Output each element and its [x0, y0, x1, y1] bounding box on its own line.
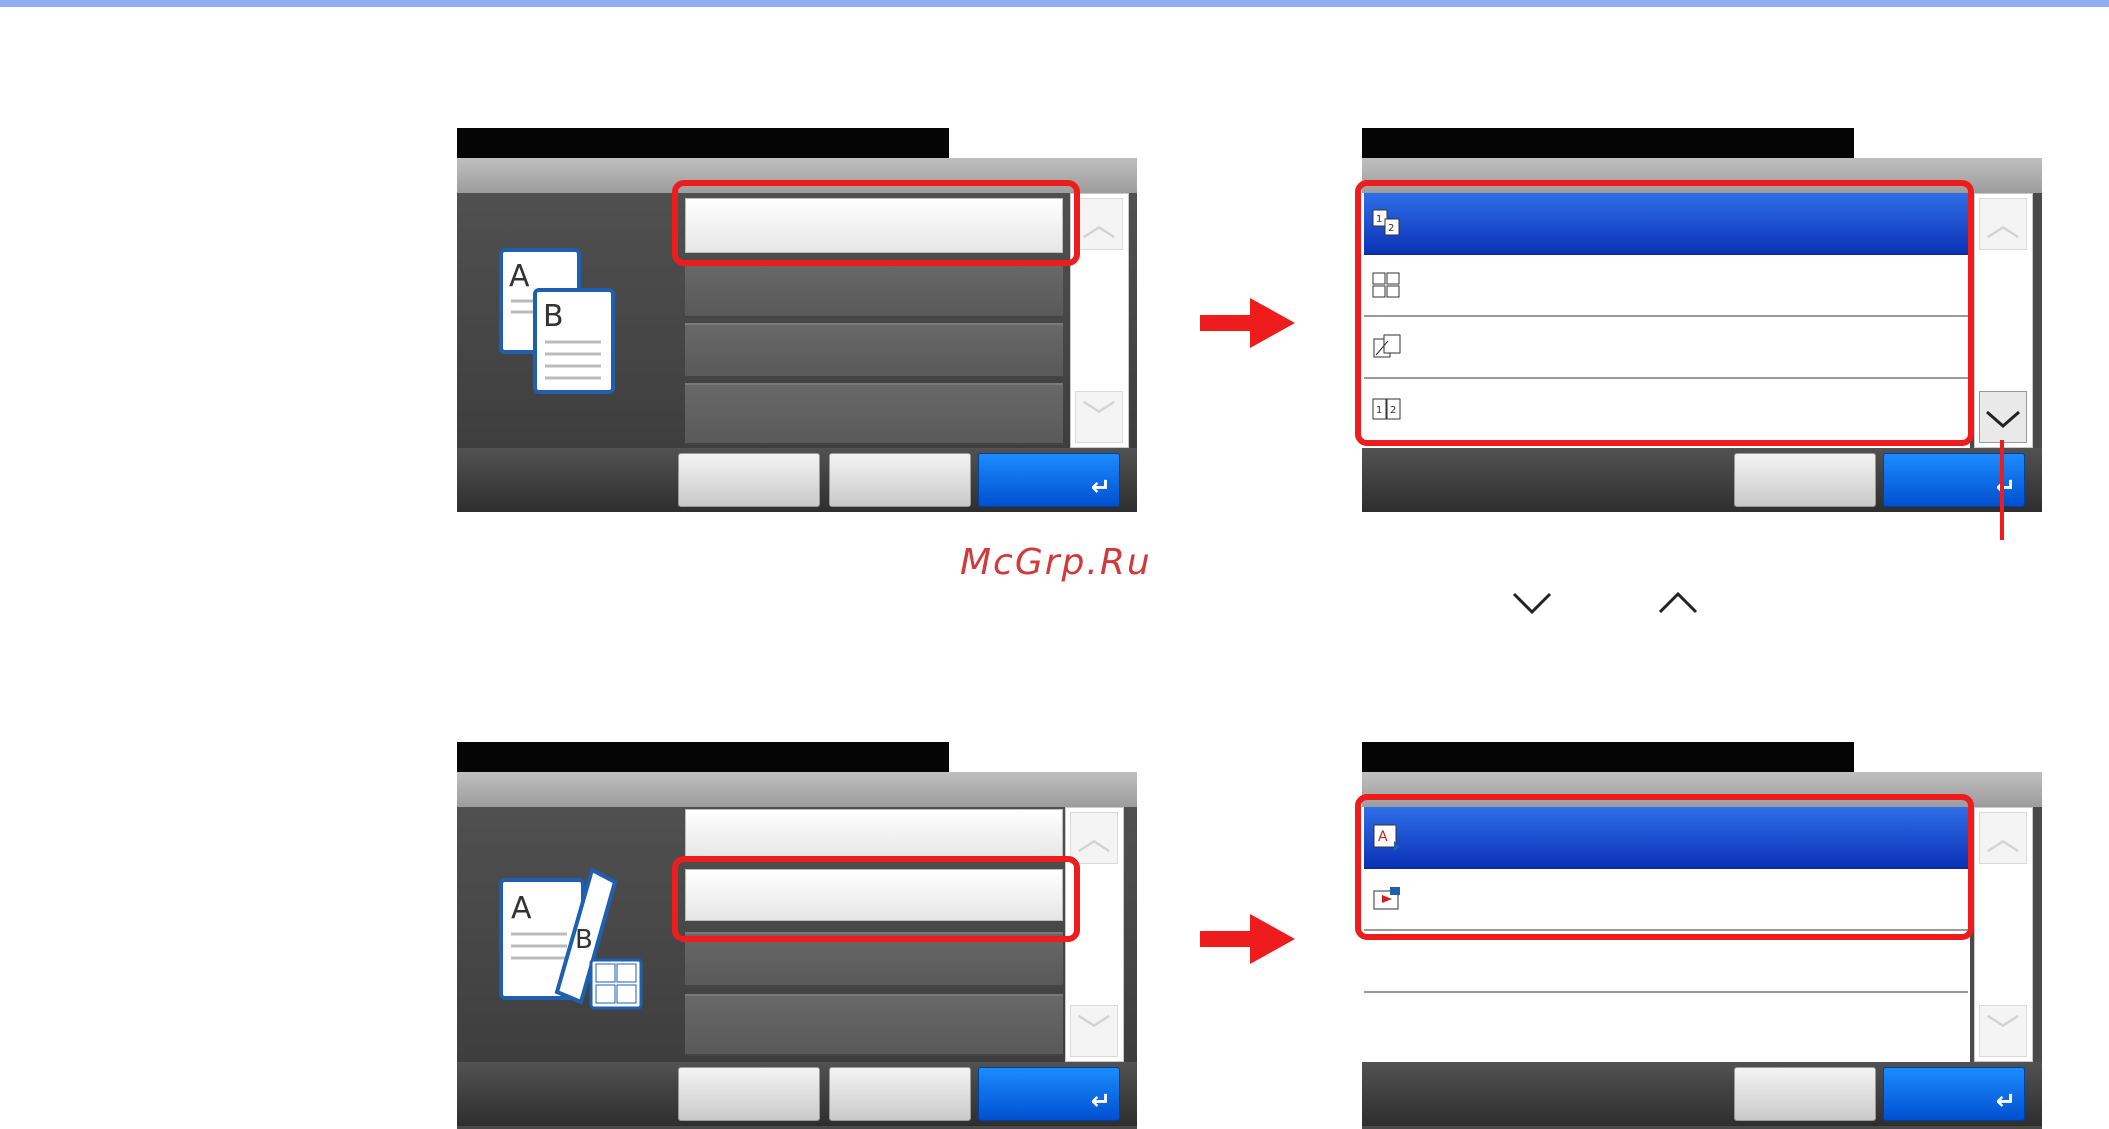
book-duplex-icon: A B: [499, 867, 643, 1010]
footer-button-2[interactable]: [829, 453, 971, 507]
list-item-empty-2: [1364, 993, 1968, 1055]
orientation-option-1[interactable]: [685, 809, 1063, 859]
chevron-up-icon[interactable]: ︿: [1979, 812, 2027, 864]
footer-button-2[interactable]: [829, 1067, 971, 1121]
duplex-option-3[interactable]: [685, 323, 1063, 378]
footer-button-1[interactable]: [678, 1067, 820, 1121]
screen-panel-orientation-menu: A B ︿ ﹀ ↵: [457, 742, 1137, 1129]
chevron-up-icon[interactable]: ︿: [1075, 198, 1123, 250]
chevron-down-icon[interactable]: ﹀: [1979, 1005, 2027, 1057]
chevron-down-icon[interactable]: [1979, 391, 2027, 443]
ok-button[interactable]: ↵: [978, 1067, 1120, 1121]
chevron-down-icon[interactable]: ﹀: [1075, 391, 1123, 443]
footer-button-1[interactable]: [1734, 1067, 1876, 1121]
enter-icon: ↵: [1995, 1087, 2016, 1115]
svg-text:B: B: [575, 925, 593, 955]
screen-panel-duplex-list: 1 2 1 2 ︿ ↵: [1355, 128, 2042, 512]
screen-title-bar: [457, 742, 949, 772]
scrollbar[interactable]: ︿: [1974, 193, 2033, 448]
screen-title-bar: [1362, 742, 1854, 772]
top-accent-bar: [0, 0, 2109, 7]
watermark-text: McGrp.Ru: [960, 542, 1152, 583]
enter-icon: ↵: [1995, 473, 2016, 501]
enter-icon: ↵: [1090, 473, 1111, 501]
ok-button[interactable]: ↵: [978, 453, 1120, 507]
duplex-option-2[interactable]: [685, 263, 1063, 318]
footer-button-1[interactable]: [678, 453, 820, 507]
screen-sub-bar: [457, 772, 1137, 807]
callout-line: [2000, 440, 2004, 540]
chevron-up-icon[interactable]: ︿: [1979, 198, 2027, 250]
red-arrow-icon: [1200, 298, 1295, 348]
chevron-down-icon: [1986, 410, 2020, 428]
chevron-down-icon: [1512, 592, 1552, 614]
highlight-box: [672, 180, 1080, 266]
duplex-document-icon: A B: [499, 248, 615, 394]
chevron-up-icon: [1658, 592, 1698, 614]
svg-text:B: B: [543, 299, 564, 334]
highlight-box: [672, 856, 1080, 942]
chevron-up-icon[interactable]: ︿: [1070, 812, 1118, 864]
scrollbar[interactable]: ︿ ﹀: [1974, 807, 2033, 1062]
footer-button-1[interactable]: [1734, 453, 1876, 507]
screen-panel-duplex-menu: A B ︿ ﹀ ↵: [457, 128, 1137, 512]
red-arrow-icon: [1200, 914, 1295, 964]
screen-panel-orientation-list: A ︿ ﹀ ↵: [1355, 742, 2042, 1129]
svg-text:A: A: [511, 891, 532, 926]
orientation-option-4[interactable]: [685, 994, 1063, 1056]
highlight-box: [1355, 180, 1974, 446]
duplex-option-4[interactable]: [685, 383, 1063, 445]
ok-button[interactable]: ↵: [1883, 1067, 2025, 1121]
screen-title-bar: [1362, 128, 1854, 158]
chevron-down-icon[interactable]: ﹀: [1070, 1005, 1118, 1057]
svg-text:A: A: [509, 259, 530, 294]
highlight-box: [1355, 794, 1974, 940]
screen-title-bar: [457, 128, 949, 158]
enter-icon: ↵: [1090, 1087, 1111, 1115]
list-item-empty-1: [1364, 931, 1968, 993]
